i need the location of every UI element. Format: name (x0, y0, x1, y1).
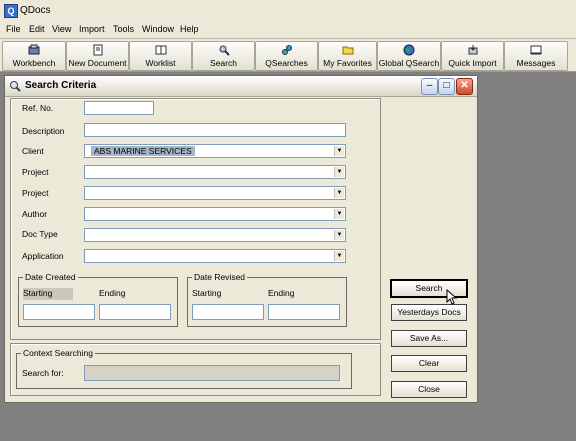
clear-button[interactable]: Clear (391, 355, 467, 372)
project-label-2: Project (22, 188, 49, 198)
workbench-icon (28, 44, 40, 55)
menu-bar: File Edit View Import Tools Window Help (0, 22, 576, 39)
application-label: Application (22, 251, 64, 261)
messages-icon (530, 45, 542, 55)
chevron-down-icon: ▼ (334, 251, 344, 261)
criteria-panel: Ref. No. Description Client ABS MARINE S… (10, 98, 381, 340)
minimize-button[interactable]: – (421, 78, 438, 95)
toolbar-global-qsearch-button[interactable]: Global QSearch (377, 41, 441, 71)
app-title-bar: Q QDocs (0, 0, 576, 23)
ref-no-field[interactable] (84, 101, 154, 115)
window-title-bar: Search Criteria – □ ✕ (5, 76, 477, 97)
toolbar-search-button[interactable]: Search (192, 41, 255, 71)
context-searching-title: Context Searching (21, 348, 95, 358)
date-revised-title: Date Revised (192, 272, 248, 282)
app-title: QDocs (20, 5, 51, 16)
client-value: ABS MARINE SERVICES (91, 146, 195, 156)
toolbar-workbench-button[interactable]: Workbench (2, 41, 66, 71)
date-created-title: Date Created (23, 272, 78, 282)
chevron-down-icon: ▼ (334, 167, 344, 177)
project-select-2[interactable]: ▼ (84, 186, 346, 200)
author-select[interactable]: ▼ (84, 207, 346, 221)
close-window-button[interactable]: ✕ (456, 78, 473, 95)
search-for-label: Search for: (22, 368, 64, 378)
date-revised-starting-label: Starting (192, 288, 222, 298)
menu-edit[interactable]: Edit (29, 24, 45, 34)
window-title: Search Criteria (25, 80, 97, 91)
application-select[interactable]: ▼ (84, 249, 346, 263)
menu-file[interactable]: File (6, 24, 21, 34)
menu-window[interactable]: Window (142, 24, 174, 34)
minimize-icon: – (426, 80, 433, 91)
project-label: Project (22, 167, 49, 177)
qdocs-logo-icon: Q (4, 4, 18, 18)
worklist-icon (155, 45, 166, 55)
chevron-down-icon: ▼ (334, 146, 344, 156)
menu-tools[interactable]: Tools (113, 24, 134, 34)
toolbar-new-document-button[interactable]: New Document (66, 41, 129, 71)
qsearches-icon (281, 45, 292, 55)
menu-help[interactable]: Help (180, 24, 199, 34)
maximize-icon: □ (443, 80, 450, 91)
toolbar-my-favorites-button[interactable]: My Favorites (318, 41, 377, 71)
search-for-field[interactable] (84, 365, 340, 381)
context-search-panel: Context Searching Search for: (10, 343, 381, 396)
toolbar-worklist-button[interactable]: Worklist (129, 41, 192, 71)
date-revised-ending-label: Ending (268, 288, 295, 298)
client-select[interactable]: ABS MARINE SERVICES ▼ (84, 144, 346, 158)
menu-view[interactable]: View (52, 24, 71, 34)
search-criteria-window: Search Criteria – □ ✕ Ref. No. Descripti… (4, 75, 478, 403)
description-label: Description (22, 126, 65, 136)
date-created-ending-label: Ending (99, 288, 126, 298)
date-revised-group: Date Revised Starting Ending (187, 272, 347, 327)
new-document-icon (93, 44, 102, 56)
date-created-starting-label: Starting (23, 288, 73, 300)
mouse-pointer-icon (446, 289, 458, 305)
chevron-down-icon: ▼ (334, 209, 344, 219)
toolbar-quick-import-button[interactable]: Quick Import (441, 41, 504, 71)
date-revised-ending-field[interactable] (268, 304, 340, 320)
project-select-1[interactable]: ▼ (84, 165, 346, 179)
close-icon: ✕ (460, 80, 469, 91)
toolbar-qsearches-button[interactable]: QSearches (255, 41, 318, 71)
chevron-down-icon: ▼ (334, 230, 344, 240)
date-created-ending-field[interactable] (99, 304, 171, 320)
doc-type-label: Doc Type (22, 229, 58, 239)
date-revised-starting-field[interactable] (192, 304, 264, 320)
toolbar-messages-button[interactable]: Messages (504, 41, 568, 71)
close-button[interactable]: Close (391, 381, 467, 398)
client-label: Client (22, 146, 44, 156)
doc-type-select[interactable]: ▼ (84, 228, 346, 242)
context-searching-group: Context Searching Search for: (16, 348, 352, 389)
globe-icon (403, 44, 415, 56)
chevron-down-icon: ▼ (334, 188, 344, 198)
save-as-button[interactable]: Save As... (391, 330, 467, 347)
toolbar: Workbench New Document Worklist Search Q… (0, 39, 576, 72)
date-created-group: Date Created Starting Ending (18, 272, 178, 327)
ref-no-label: Ref. No. (22, 103, 54, 113)
author-label: Author (22, 209, 48, 219)
search-criteria-icon (10, 81, 21, 92)
date-created-starting-field[interactable] (23, 304, 95, 320)
search-icon (219, 45, 230, 56)
menu-import[interactable]: Import (79, 24, 105, 34)
yesterdays-docs-button[interactable]: Yesterdays Docs (391, 304, 467, 321)
favorites-folder-icon (342, 46, 353, 55)
maximize-button[interactable]: □ (438, 78, 455, 95)
description-field[interactable] (84, 123, 346, 137)
quick-import-icon (468, 45, 477, 55)
